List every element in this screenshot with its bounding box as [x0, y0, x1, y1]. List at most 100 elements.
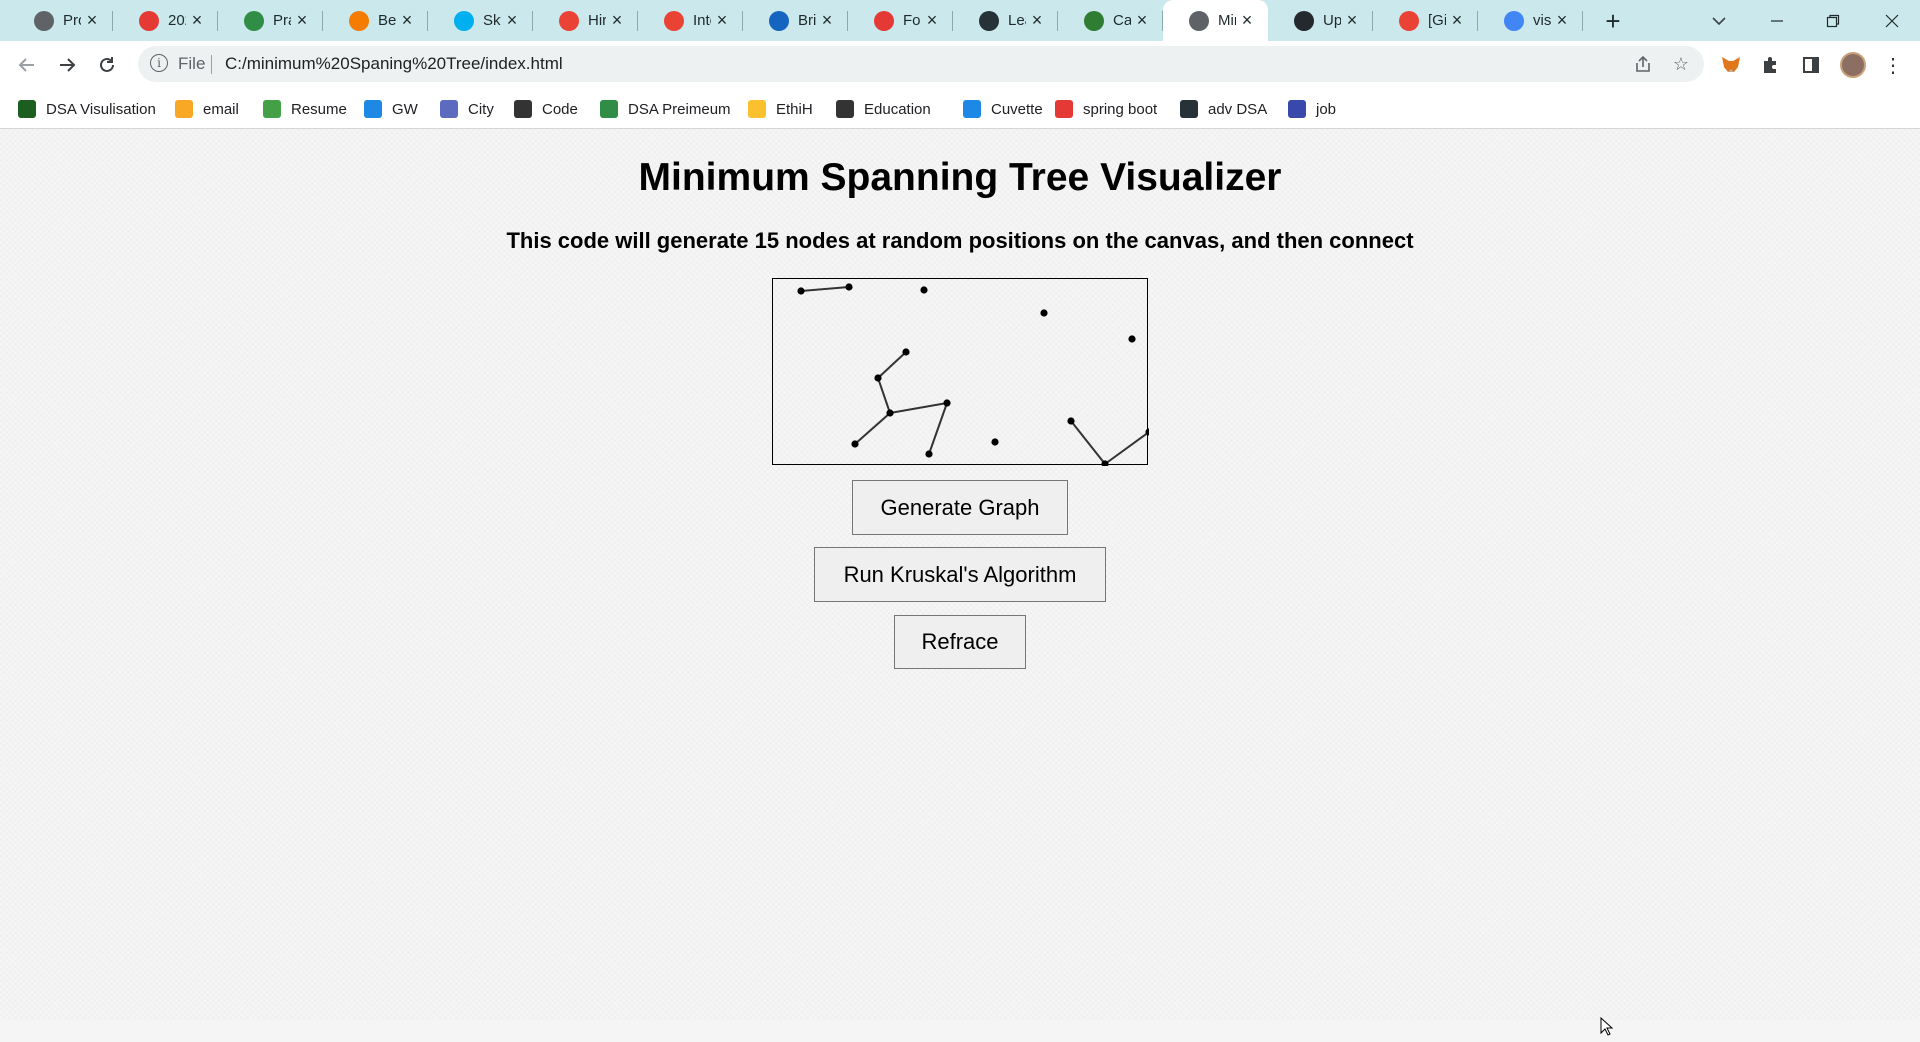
graph-canvas[interactable]: [772, 278, 1149, 466]
bookmark-item[interactable]: Cuvette: [963, 96, 1043, 122]
cup-icon: [963, 100, 981, 118]
browser-tab[interactable]: Min×: [1163, 0, 1268, 41]
skype-icon: [454, 10, 474, 31]
minimize-icon[interactable]: [1749, 0, 1805, 41]
bookmark-item[interactable]: Education: [836, 96, 931, 122]
close-tab-icon[interactable]: ×: [921, 10, 943, 32]
graph-node: [1128, 335, 1136, 343]
close-tab-icon[interactable]: ×: [816, 10, 838, 32]
mouse-cursor-icon: [1600, 1016, 1614, 1042]
generate-graph-button[interactable]: Generate Graph: [852, 480, 1068, 535]
browser-tab[interactable]: Lea×: [953, 0, 1058, 41]
bookmark-item[interactable]: EthiH: [748, 96, 813, 122]
forward-arrow-icon[interactable]: [51, 49, 83, 81]
bookmark-item[interactable]: City: [440, 96, 494, 122]
browser-tab[interactable]: Pra×: [218, 0, 323, 41]
kebab-menu-icon[interactable]: ⋮: [1878, 50, 1908, 80]
close-window-icon[interactable]: [1864, 0, 1920, 41]
close-tab-icon[interactable]: ×: [186, 10, 208, 32]
hand-icon: [175, 100, 193, 118]
shield-icon: [1288, 100, 1306, 118]
reload-icon[interactable]: [91, 49, 123, 81]
browser-tab[interactable]: Sky×: [428, 0, 533, 41]
tab-title: Hiri: [588, 12, 606, 29]
graph-edge: [928, 402, 948, 455]
tab-strip: Pro×202×Pra×Best×Sky×Hiri×Inte×Bris×For×…: [0, 0, 1920, 41]
browser-tab[interactable]: For×: [848, 0, 953, 41]
run-kruskal-button[interactable]: Run Kruskal's Algorithm: [814, 547, 1106, 602]
browser-tab[interactable]: Bris×: [743, 0, 848, 41]
extensions-puzzle-icon[interactable]: [1756, 50, 1786, 80]
graph-edge: [877, 351, 907, 379]
browser-tab[interactable]: [Git×: [1373, 0, 1478, 41]
close-tab-icon[interactable]: ×: [1131, 10, 1153, 32]
bookmark-label: Resume: [291, 100, 347, 118]
browser-tab[interactable]: Inte×: [638, 0, 743, 41]
browser-tab[interactable]: 202×: [113, 0, 218, 41]
metamask-icon[interactable]: [1716, 50, 1746, 80]
bookmark-item[interactable]: DSA Visulisation: [18, 96, 156, 122]
restore-icon[interactable]: [1805, 0, 1861, 41]
tab-separator: [1582, 11, 1583, 31]
close-tab-icon[interactable]: ×: [1026, 10, 1048, 32]
bookmark-icon: [979, 10, 999, 31]
browser-tab[interactable]: Best×: [323, 0, 428, 41]
close-tab-icon[interactable]: ×: [1341, 10, 1363, 32]
tab-title: visu: [1533, 12, 1551, 29]
openai-icon: [514, 100, 532, 118]
google-icon: [1504, 10, 1524, 31]
gfg-icon: [244, 10, 264, 31]
close-tab-icon[interactable]: ×: [1551, 10, 1573, 32]
address-divider: [211, 55, 212, 74]
browser-tab[interactable]: Can×: [1058, 0, 1163, 41]
tab-title: 202: [168, 12, 186, 29]
browser-tab[interactable]: Pro×: [8, 0, 113, 41]
graph-node: [991, 438, 999, 446]
share-icon[interactable]: [1631, 52, 1655, 76]
address-bar[interactable]: i File C:/minimum%20Spaning%20Tree/index…: [138, 46, 1704, 82]
bookmark-item[interactable]: Resume: [263, 96, 347, 122]
bookmark-item[interactable]: spring boot: [1055, 96, 1157, 122]
bookmark-item[interactable]: DSA Preimeum: [600, 96, 731, 122]
bookmark-label: Education: [864, 100, 931, 118]
address-scheme: File: [178, 54, 206, 73]
h-icon: [1180, 100, 1198, 118]
tab-title: Pra: [273, 12, 291, 29]
bookmark-item[interactable]: email: [175, 96, 239, 122]
tab-title: Bris: [798, 12, 816, 29]
close-tab-icon[interactable]: ×: [291, 10, 313, 32]
back-arrow-icon[interactable]: [11, 49, 43, 81]
browser-tab[interactable]: Upl×: [1268, 0, 1373, 41]
close-tab-icon[interactable]: ×: [396, 10, 418, 32]
avatar[interactable]: [1838, 50, 1868, 80]
close-tab-icon[interactable]: ×: [1236, 10, 1258, 32]
tab-title: Pro: [63, 12, 81, 29]
browser-tab[interactable]: Hiri×: [533, 0, 638, 41]
graph-edge: [854, 412, 891, 445]
browser-tab[interactable]: visu×: [1478, 0, 1583, 41]
tab-search-chevron-icon[interactable]: [1704, 6, 1734, 36]
wifi-icon: [139, 10, 159, 31]
close-tab-icon[interactable]: ×: [501, 10, 523, 32]
refresh-button[interactable]: Refrace: [894, 615, 1026, 669]
side-panel-icon[interactable]: [1796, 50, 1826, 80]
bookmark-label: GW: [392, 100, 418, 118]
bookmark-label: spring boot: [1083, 100, 1158, 118]
tab-title: Can: [1113, 12, 1131, 29]
close-tab-icon[interactable]: ×: [711, 10, 733, 32]
bookmark-item[interactable]: Code: [514, 96, 578, 122]
gfg-icon: [600, 100, 618, 118]
new-tab-button[interactable]: +: [1598, 6, 1628, 36]
site-info-icon[interactable]: i: [150, 54, 168, 72]
zoho-icon: [874, 10, 894, 31]
bookmark-label: DSA Visulisation: [46, 100, 156, 118]
bookmark-item[interactable]: GW: [364, 96, 418, 122]
address-url[interactable]: C:/minimum%20Spaning%20Tree/index.html: [225, 54, 563, 74]
close-tab-icon[interactable]: ×: [1446, 10, 1468, 32]
close-tab-icon[interactable]: ×: [81, 10, 103, 32]
star-icon[interactable]: ☆: [1669, 52, 1693, 76]
bookmark-item[interactable]: adv DSA: [1180, 96, 1267, 122]
graph-node: [1040, 309, 1048, 317]
close-tab-icon[interactable]: ×: [606, 10, 628, 32]
bookmark-item[interactable]: job: [1288, 96, 1336, 122]
